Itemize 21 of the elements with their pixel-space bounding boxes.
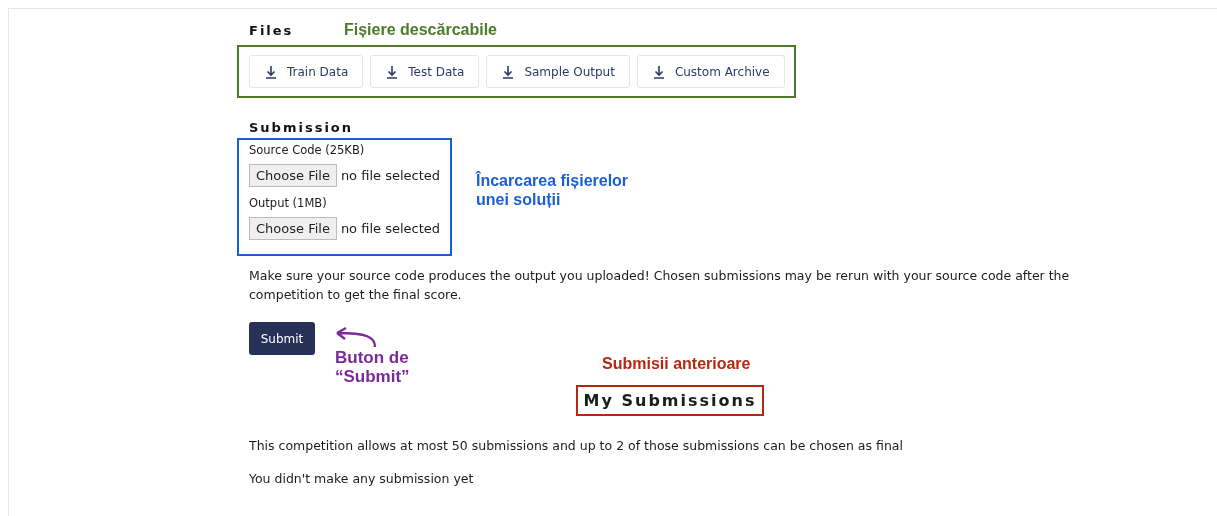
field-label: Source Code (25KB)	[249, 142, 366, 158]
choose-file-button[interactable]: Choose File	[249, 217, 337, 240]
empty-state-text: You didn't make any submission yet	[249, 471, 475, 486]
file-status: no file selected	[340, 221, 440, 236]
instruction-text: Make sure your source code produces the output you uploaded! Chosen submissions may be rerun with your source code after the competition to get the final score.	[249, 267, 1071, 304]
download-button[interactable]: Custom Archive	[636, 55, 785, 88]
annotation-label: Încarcarea fișierelor unei soluții	[476, 171, 630, 209]
download-button[interactable]: Train Data	[249, 55, 364, 88]
field-label: Output (1MB)	[249, 195, 328, 211]
info-text: This competition allows at most 50 submissions and up to 2 of those submissions can be chosen as final	[249, 438, 904, 453]
download-button[interactable]: Test Data	[370, 55, 480, 88]
section-heading: Files	[249, 23, 294, 38]
annotation-label: Submisii anterioare	[602, 354, 751, 373]
file-status: no file selected	[340, 168, 440, 183]
section-heading: My Submissions	[575, 385, 765, 416]
download-button[interactable]: Sample Output	[486, 55, 630, 88]
annotation-label: Buton de “Submit”	[335, 348, 411, 386]
annotation-label: Fișiere descărcabile	[344, 20, 497, 39]
section-heading: Submission	[249, 120, 354, 135]
choose-file-button[interactable]: Choose File	[249, 164, 337, 187]
submit-button[interactable]: Submit	[249, 322, 315, 355]
